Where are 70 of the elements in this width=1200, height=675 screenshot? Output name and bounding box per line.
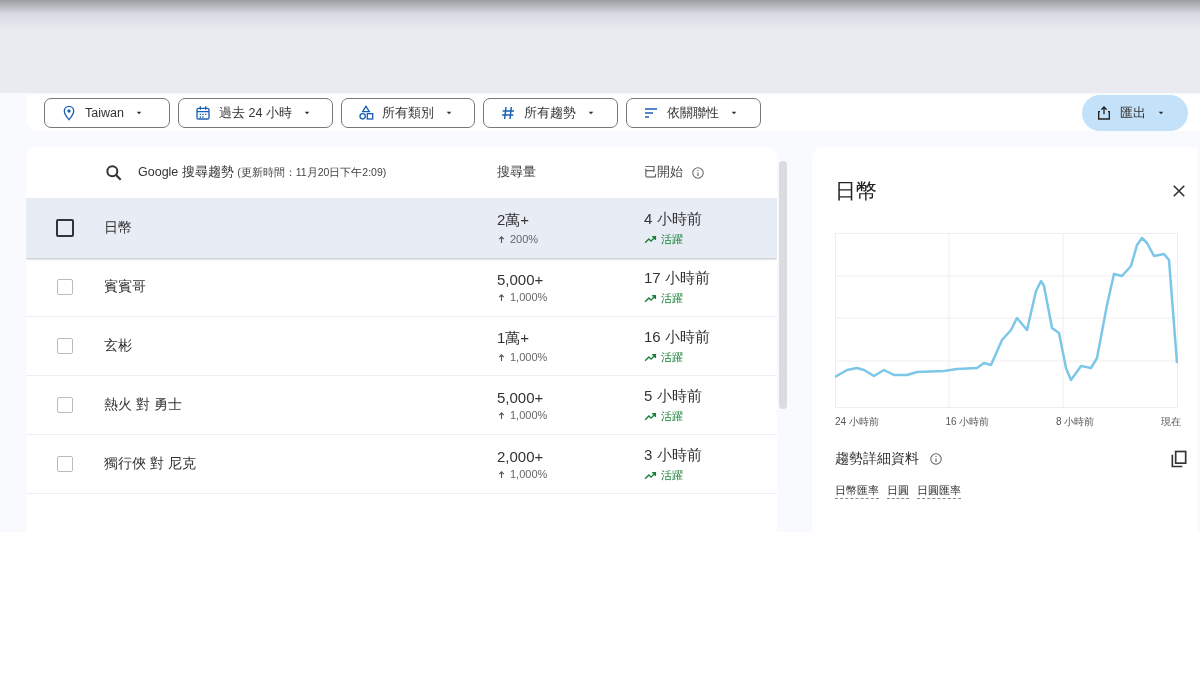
filter-dropdown[interactable]: Taiwan — [44, 98, 170, 128]
started-time: 17 小時前 — [644, 268, 710, 288]
close-icon[interactable] — [1170, 182, 1188, 200]
checkbox[interactable] — [57, 456, 73, 472]
related-query-link[interactable]: 日圓 — [887, 483, 909, 499]
search-volume: 5,000+ — [497, 389, 544, 406]
trend-row[interactable]: 玄彬 1萬+ 1,000% 16 小時前 活躍 — [26, 317, 777, 376]
trend-name: 玄彬 — [104, 337, 132, 355]
info-icon — [691, 165, 705, 180]
checkbox[interactable] — [57, 397, 73, 413]
up-arrow-icon — [497, 234, 506, 244]
status-label: 活躍 — [644, 231, 683, 247]
status-label: 活躍 — [644, 467, 683, 483]
trend-row[interactable]: 熱火 對 勇士 5,000+ 1,000% 5 小時前 活躍 — [26, 376, 777, 435]
filter-dropdown[interactable]: 過去 24 小時 — [178, 98, 333, 128]
related-query-link[interactable]: 日幣匯率 — [835, 483, 879, 499]
up-arrow-icon — [497, 410, 506, 420]
search-volume: 5,000+ — [497, 271, 544, 288]
growth-percent: 1,000% — [510, 351, 548, 363]
trend-name: 獨行俠 對 尼克 — [104, 455, 196, 473]
trend-name: 賓賓哥 — [104, 278, 146, 296]
filter-dropdown[interactable]: 所有類別 — [341, 98, 475, 128]
status-label: 活躍 — [644, 349, 683, 365]
up-arrow-icon — [497, 292, 506, 302]
up-arrow-icon — [497, 352, 506, 362]
sort-icon — [643, 105, 659, 121]
status-label: 活躍 — [644, 408, 683, 424]
search-volume: 2萬+ — [497, 211, 530, 230]
panel-title: 日幣 — [835, 178, 877, 204]
hash-icon — [500, 105, 516, 121]
axis-label: 16 小時前 — [945, 415, 990, 429]
up-arrow-icon — [497, 469, 506, 479]
trend-row[interactable]: 日幣 2萬+ 200% 4 小時前 活躍 — [26, 199, 777, 258]
trend-name: 熱火 對 勇士 — [104, 396, 182, 414]
info-icon — [929, 452, 943, 466]
shapes-icon — [358, 105, 374, 121]
calendar-icon — [195, 105, 211, 121]
copy-icon[interactable] — [1169, 449, 1189, 469]
growth-percent: 200% — [510, 233, 539, 245]
related-query-link[interactable]: 日圓匯率 — [917, 483, 961, 499]
search-volume: 1萬+ — [497, 329, 530, 348]
axis-label: 現在 — [1161, 415, 1181, 429]
axis-label: 8 小時前 — [1056, 415, 1095, 429]
filter-dropdown[interactable]: 所有趨勢 — [483, 98, 618, 128]
column-header: 已開始 — [644, 164, 683, 181]
search-volume: 2,000+ — [497, 448, 544, 465]
search-icon — [104, 162, 124, 183]
checkbox[interactable] — [57, 338, 73, 354]
section-title: 趨勢詳細資料 — [835, 450, 919, 468]
started-time: 4 小時前 — [644, 209, 702, 229]
growth-percent: 1,000% — [510, 409, 548, 421]
started-time: 16 小時前 — [644, 327, 710, 347]
column-header: 搜尋量 — [497, 164, 537, 181]
trend-row[interactable]: 獨行俠 對 尼克 2,000+ 1,000% 3 小時前 活躍 — [26, 435, 777, 494]
growth-percent: 1,000% — [510, 291, 548, 303]
filter-dropdown[interactable]: 依關聯性 — [626, 98, 761, 128]
growth-percent: 1,000% — [510, 468, 548, 480]
checkbox[interactable] — [56, 219, 74, 237]
location-pin-icon — [61, 105, 77, 121]
column-header: Google 搜尋趨勢 (更新時間：11月20日下午2:09) — [138, 164, 387, 181]
status-label: 活躍 — [644, 290, 683, 306]
trend-row[interactable]: 賓賓哥 5,000+ 1,000% 17 小時前 活躍 — [26, 258, 777, 317]
started-time: 3 小時前 — [644, 445, 702, 465]
axis-label: 24 小時前 — [835, 415, 879, 429]
export-button[interactable]: 匯出 — [1082, 95, 1188, 131]
share-icon — [1096, 105, 1112, 121]
checkbox[interactable] — [57, 279, 73, 295]
started-time: 5 小時前 — [644, 386, 702, 406]
trend-name: 日幣 — [104, 219, 132, 237]
scrollbar-thumb[interactable] — [779, 161, 787, 409]
